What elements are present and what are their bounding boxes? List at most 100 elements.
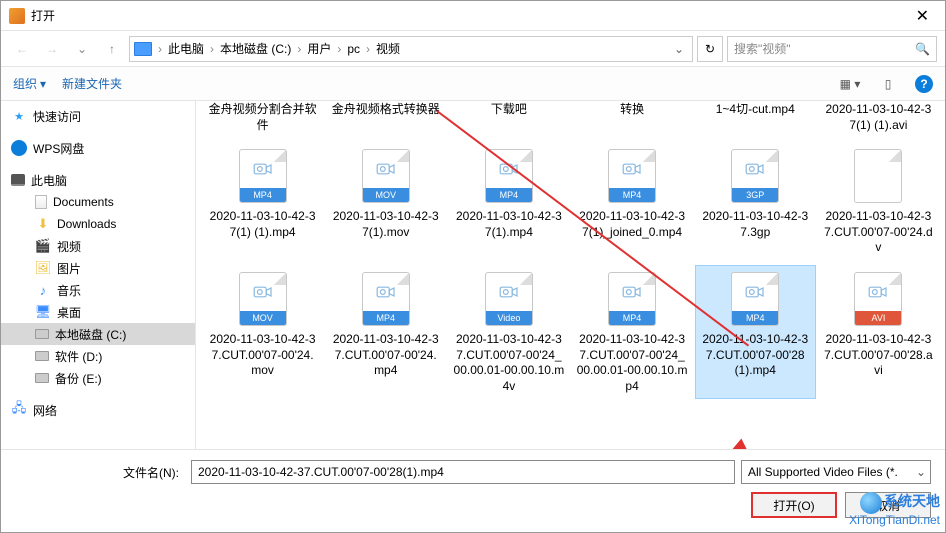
star-icon: ★ [11,108,27,124]
file-list[interactable]: 金舟视频分割合并软件金舟视频格式转换器 下载吧 转换 1~4切-cut.mp4 2020… [196,101,945,449]
file-item[interactable]: Video 2020-11-03-10-42-37.CUT.00'07-00'24… [448,265,569,399]
recent-locations-button[interactable]: ⌄ [69,36,95,62]
back-button[interactable]: ← [9,36,35,62]
picture-icon: 🖼 [35,260,51,276]
video-file-icon: MP4 [362,272,410,326]
video-icon: 🎬 [35,238,51,254]
sidebar-quick-access[interactable]: ★快速访问 [1,105,195,127]
crumb-pc[interactable]: pc [343,42,364,56]
file-item[interactable]: 2020-11-03-10-42-37(1) (1).avi [818,101,939,138]
file-name: 2020-11-03-10-42-37.CUT.00'07-00'24.mp4 [328,332,443,379]
file-thumbnail: MP4 [726,270,784,328]
filename-label: 文件名(N): [15,464,185,481]
file-item[interactable]: 转换 [571,101,692,138]
file-name: 2020-11-03-10-42-37.CUT.00'07-00'24_00.0… [451,332,566,394]
file-thumbnail: 3GP [726,147,784,205]
app-icon [9,8,25,24]
crumb-users[interactable]: 用户 [303,40,335,57]
crumb-videos[interactable]: 视频 [372,40,404,57]
toolbar: 组织 ▾ 新建文件夹 ▦ ▾ ▯ ? [1,67,945,101]
file-item[interactable]: 金舟视频分割合并软件 [202,101,323,138]
file-name: 1~4切-cut.mp4 [714,102,797,130]
annotation-arrow-head [732,438,753,449]
help-icon[interactable]: ? [915,75,933,93]
search-input[interactable]: 搜索"视频" 🔍 [727,36,937,62]
pc-icon [134,42,152,56]
video-file-icon: AVI [854,272,902,326]
file-name: 2020-11-03-10-42-37.CUT.00'07-00'24_00.0… [574,332,689,394]
video-file-icon [854,149,902,203]
close-icon[interactable]: ✕ [908,6,937,26]
file-thumbnail: MP4 [603,147,661,205]
video-file-icon: 3GP [731,149,779,203]
filetype-dropdown[interactable]: All Supported Video Files (*. [741,460,931,484]
sidebar-pictures[interactable]: 🖼图片 [1,257,195,279]
video-file-icon: MP4 [608,272,656,326]
cancel-button[interactable]: 取消 [845,492,931,518]
file-item[interactable]: MOV 2020-11-03-10-42-37(1).mov [325,142,446,261]
sidebar-documents[interactable]: Documents [1,191,195,213]
video-file-icon: Video [485,272,533,326]
file-name: 2020-11-03-10-42-37(1).mov [328,209,443,240]
chevron-right-icon: › [337,42,341,56]
open-button[interactable]: 打开(O) [751,492,837,518]
sidebar-drive-d[interactable]: 软件 (D:) [1,345,195,367]
file-name: 2020-11-03-10-42-37.CUT.00'07-00'28.avi [821,332,936,379]
footer: 文件名(N): 2020-11-03-10-42-37.CUT.00'07-00… [1,449,945,532]
file-thumbnail: MP4 [357,270,415,328]
sidebar-desktop[interactable]: 🖥桌面 [1,301,195,323]
file-item[interactable]: MP42020-11-03-10-42-37(1)_joined_0.mp4 [571,142,692,261]
crumb-this-pc[interactable]: 此电脑 [164,40,208,57]
chevron-right-icon: › [158,42,162,56]
view-options-button[interactable]: ▦ ▾ [839,73,861,95]
file-item[interactable]: MP42020-11-03-10-42-37.CUT.00'07-00'28(1… [695,265,816,399]
file-item[interactable]: 2020-11-03-10-42-37.CUT.00'07-00'24.dv [818,142,939,261]
filename-input[interactable]: 2020-11-03-10-42-37.CUT.00'07-00'28(1).m… [191,460,735,484]
document-icon [35,195,47,209]
file-item[interactable]: MP4 2020-11-03-10-42-37(1).mp4 [448,142,569,261]
network-icon: 🖧 [11,402,27,418]
file-item[interactable]: MOV2020-11-03-10-42-37.CUT.00'07-00'24.m… [202,265,323,399]
file-item[interactable]: 1~4切-cut.mp4 [695,101,816,138]
refresh-button[interactable]: ↻ [697,36,723,62]
video-file-icon: MOV [239,272,287,326]
video-file-icon: MP4 [608,149,656,203]
file-name: 2020-11-03-10-42-37(1).mp4 [451,209,566,240]
file-thumbnail: MP4 [234,147,292,205]
up-button[interactable]: ↑ [99,36,125,62]
drive-icon [35,373,49,383]
sidebar-this-pc[interactable]: 此电脑 [1,169,195,191]
sidebar-drive-c[interactable]: 本地磁盘 (C:) [1,323,195,345]
file-name: 2020-11-03-10-42-37(1) (1).mp4 [205,209,320,240]
sidebar-network[interactable]: 🖧网络 [1,399,195,421]
file-name: 下载吧 [489,102,529,130]
file-name: 2020-11-03-10-42-37.3gp [698,209,813,240]
search-placeholder: 搜索"视频" [734,40,915,57]
crumb-disk-c[interactable]: 本地磁盘 (C:) [216,40,295,57]
sidebar-drive-e[interactable]: 备份 (E:) [1,367,195,389]
organize-menu[interactable]: 组织 ▾ [13,75,46,92]
file-item[interactable]: MP4 2020-11-03-10-42-37.CUT.00'07-00'24.m… [325,265,446,399]
sidebar-wps[interactable]: WPS网盘 [1,137,195,159]
sidebar-music[interactable]: ♪音乐 [1,279,195,301]
wps-icon [11,140,27,156]
sidebar-videos[interactable]: 🎬视频 [1,235,195,257]
file-name: 2020-11-03-10-42-37(1) (1).avi [821,102,936,133]
breadcrumb[interactable]: › 此电脑 › 本地磁盘 (C:) › 用户 › pc › 视频 ⌄ [129,36,693,62]
file-item[interactable]: MP4 2020-11-03-10-42-37.CUT.00'07-00'24_0… [571,265,692,399]
breadcrumb-dropdown-icon[interactable]: ⌄ [670,42,688,56]
search-icon[interactable]: 🔍 [915,42,930,56]
forward-button[interactable]: → [39,36,65,62]
sidebar-downloads[interactable]: ⬇Downloads [1,213,195,235]
file-thumbnail: Video [480,270,538,328]
file-thumbnail: MP4 [480,147,538,205]
file-thumbnail: MOV [357,147,415,205]
file-item[interactable]: 金舟视频格式转换器 [325,101,446,138]
new-folder-button[interactable]: 新建文件夹 [62,75,122,92]
file-thumbnail: AVI [849,270,907,328]
file-item[interactable]: 3GP 2020-11-03-10-42-37.3gp [695,142,816,261]
preview-pane-button[interactable]: ▯ [877,73,899,95]
file-item[interactable]: AVI 2020-11-03-10-42-37.CUT.00'07-00'28.a… [818,265,939,399]
chevron-right-icon: › [297,42,301,56]
file-item[interactable]: MP4 2020-11-03-10-42-37(1) (1).mp4 [202,142,323,261]
